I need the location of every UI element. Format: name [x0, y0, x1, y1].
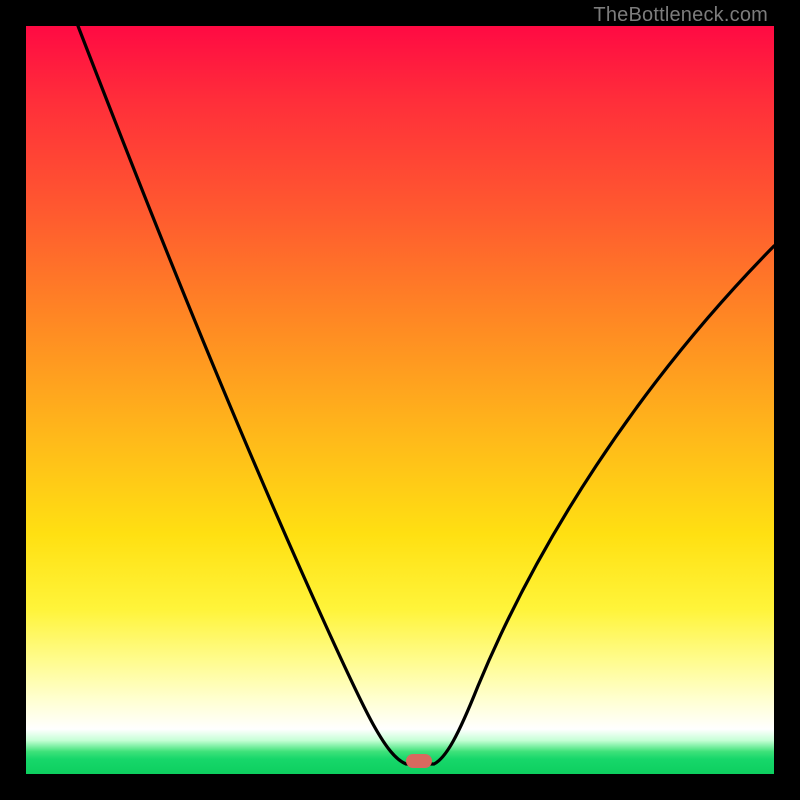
bottleneck-curve [26, 26, 774, 774]
watermark-text: TheBottleneck.com [593, 4, 768, 27]
plot-area [26, 26, 774, 774]
curve-path [78, 26, 774, 764]
chart-frame: TheBottleneck.com [0, 0, 800, 800]
optimum-marker [406, 754, 432, 768]
